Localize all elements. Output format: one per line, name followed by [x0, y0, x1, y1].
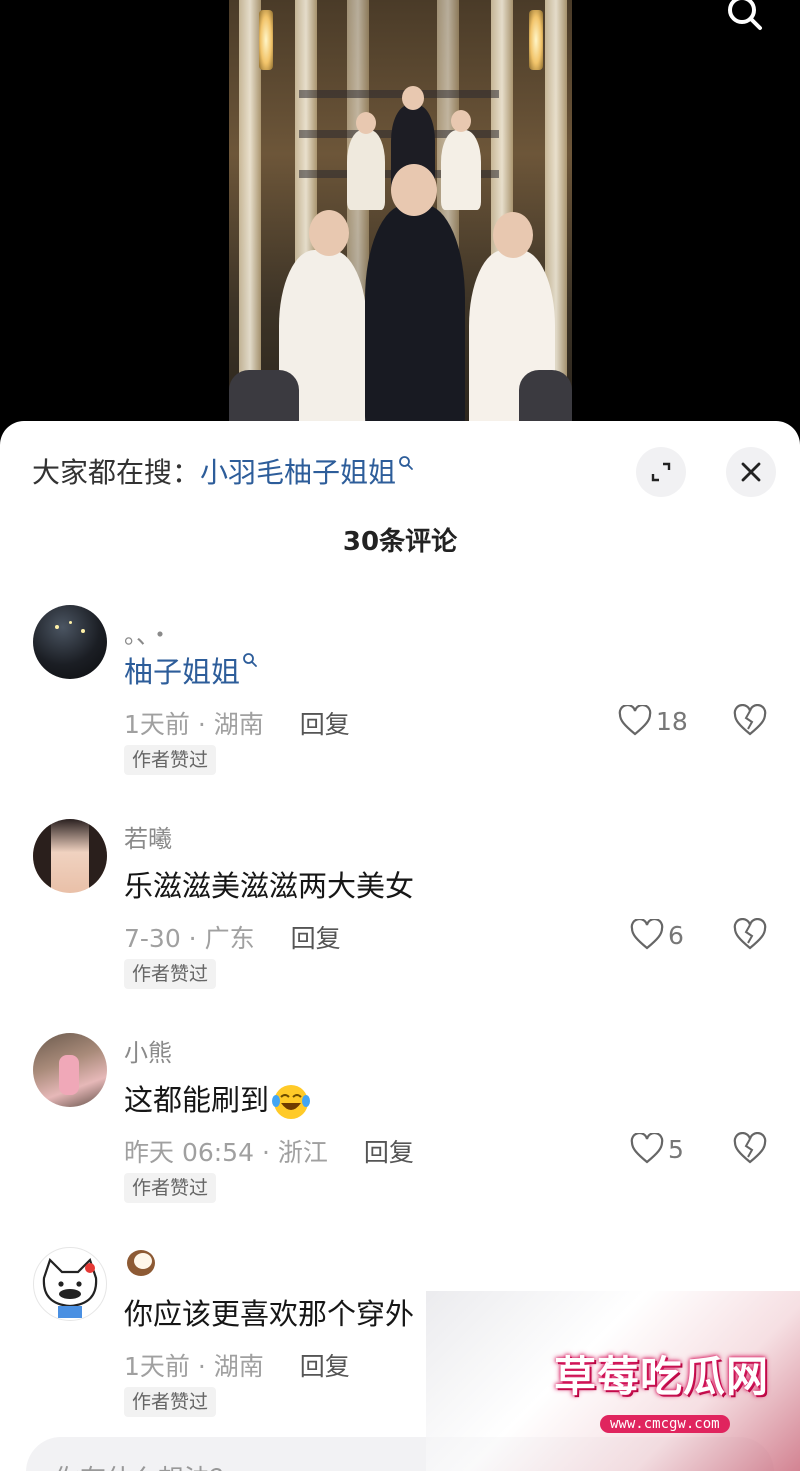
search-icon[interactable] — [724, 0, 768, 36]
comment-text[interactable]: 这都能刷到 — [124, 1077, 311, 1121]
comment-meta: 7-30 · 广东 回复 — [124, 919, 341, 955]
video-player[interactable] — [0, 0, 800, 440]
comment-text-body: 这都能刷到 — [124, 1083, 270, 1117]
heart-icon — [618, 705, 652, 736]
like-count: 18 — [656, 706, 688, 736]
comment-text[interactable]: 你应该更喜欢那个穿外 — [124, 1291, 414, 1333]
dislike-icon[interactable] — [733, 704, 767, 738]
reply-button[interactable]: 回复 — [300, 710, 350, 739]
reply-button[interactable]: 回复 — [364, 1138, 414, 1167]
watermark-url: www.cmcgw.com — [600, 1415, 730, 1433]
username[interactable]: 。、・ — [124, 615, 172, 650]
dislike-icon[interactable] — [733, 1132, 767, 1166]
comment-link-text[interactable]: 柚子姐姐 — [124, 655, 240, 689]
coconut-icon — [127, 1250, 155, 1276]
author-liked-badge: 作者赞过 — [124, 959, 217, 989]
comment-sheet: 大家都在搜：小羽毛柚子姐姐 30条评论 。、・ 柚子姐姐 1天前 · 湖南 回复 … — [0, 421, 800, 1471]
like-button[interactable]: 18 — [618, 701, 688, 741]
watermark-text: 草莓吃瓜网 — [554, 1352, 770, 1401]
search-icon — [243, 653, 257, 667]
username[interactable]: 小熊 — [124, 1033, 172, 1068]
watermark-logo: 草莓吃瓜网 www.cmcgw.com — [548, 1337, 770, 1445]
comment-time: 7-30 · 广东 — [124, 924, 255, 953]
hot-search-label: 大家都在搜： — [32, 456, 201, 489]
comment-time: 昨天 06:54 · 浙江 — [124, 1138, 328, 1167]
like-button[interactable]: 6 — [630, 915, 684, 955]
heart-icon — [630, 1133, 664, 1164]
comment-meta: 昨天 06:54 · 浙江 回复 — [124, 1133, 414, 1169]
comment-time: 1天前 · 湖南 — [124, 1352, 264, 1381]
cat-cartoon-icon — [42, 1257, 98, 1318]
like-count: 5 — [668, 1134, 684, 1164]
crying-laughing-emoji-icon — [272, 1085, 311, 1119]
username[interactable]: 若曦 — [124, 819, 172, 854]
author-liked-badge: 作者赞过 — [124, 1173, 217, 1203]
avatar[interactable] — [33, 1247, 107, 1321]
heart-icon — [630, 919, 664, 950]
reply-button[interactable]: 回复 — [291, 924, 341, 953]
author-liked-badge: 作者赞过 — [124, 745, 217, 775]
avatar[interactable] — [33, 1033, 107, 1107]
comment-input-placeholder: 你有什么想法？ — [54, 1459, 236, 1471]
expand-icon — [651, 462, 671, 482]
dislike-icon[interactable] — [733, 918, 767, 952]
reply-button[interactable]: 回复 — [300, 1352, 350, 1381]
comment-count: 30条评论 — [342, 527, 458, 557]
comment-time: 1天前 · 湖南 — [124, 710, 264, 739]
close-button[interactable] — [726, 447, 776, 497]
comment-text[interactable]: 乐滋滋美滋滋两大美女 — [124, 863, 414, 905]
video-frame — [229, 0, 572, 440]
like-button[interactable]: 5 — [630, 1129, 684, 1169]
like-count: 6 — [668, 920, 684, 950]
avatar[interactable] — [33, 605, 107, 679]
search-icon — [399, 456, 413, 470]
comment-meta: 1天前 · 湖南 回复 — [124, 1347, 350, 1383]
hot-search-bar[interactable]: 大家都在搜：小羽毛柚子姐姐 — [32, 451, 414, 491]
avatar[interactable] — [33, 819, 107, 893]
close-icon — [741, 462, 761, 482]
hot-search-term[interactable]: 小羽毛柚子姐姐 — [200, 456, 396, 489]
comment-text[interactable]: 柚子姐姐 — [124, 649, 258, 691]
comment-meta: 1天前 · 湖南 回复 — [124, 705, 350, 741]
expand-button[interactable] — [636, 447, 686, 497]
author-liked-badge: 作者赞过 — [124, 1387, 217, 1417]
